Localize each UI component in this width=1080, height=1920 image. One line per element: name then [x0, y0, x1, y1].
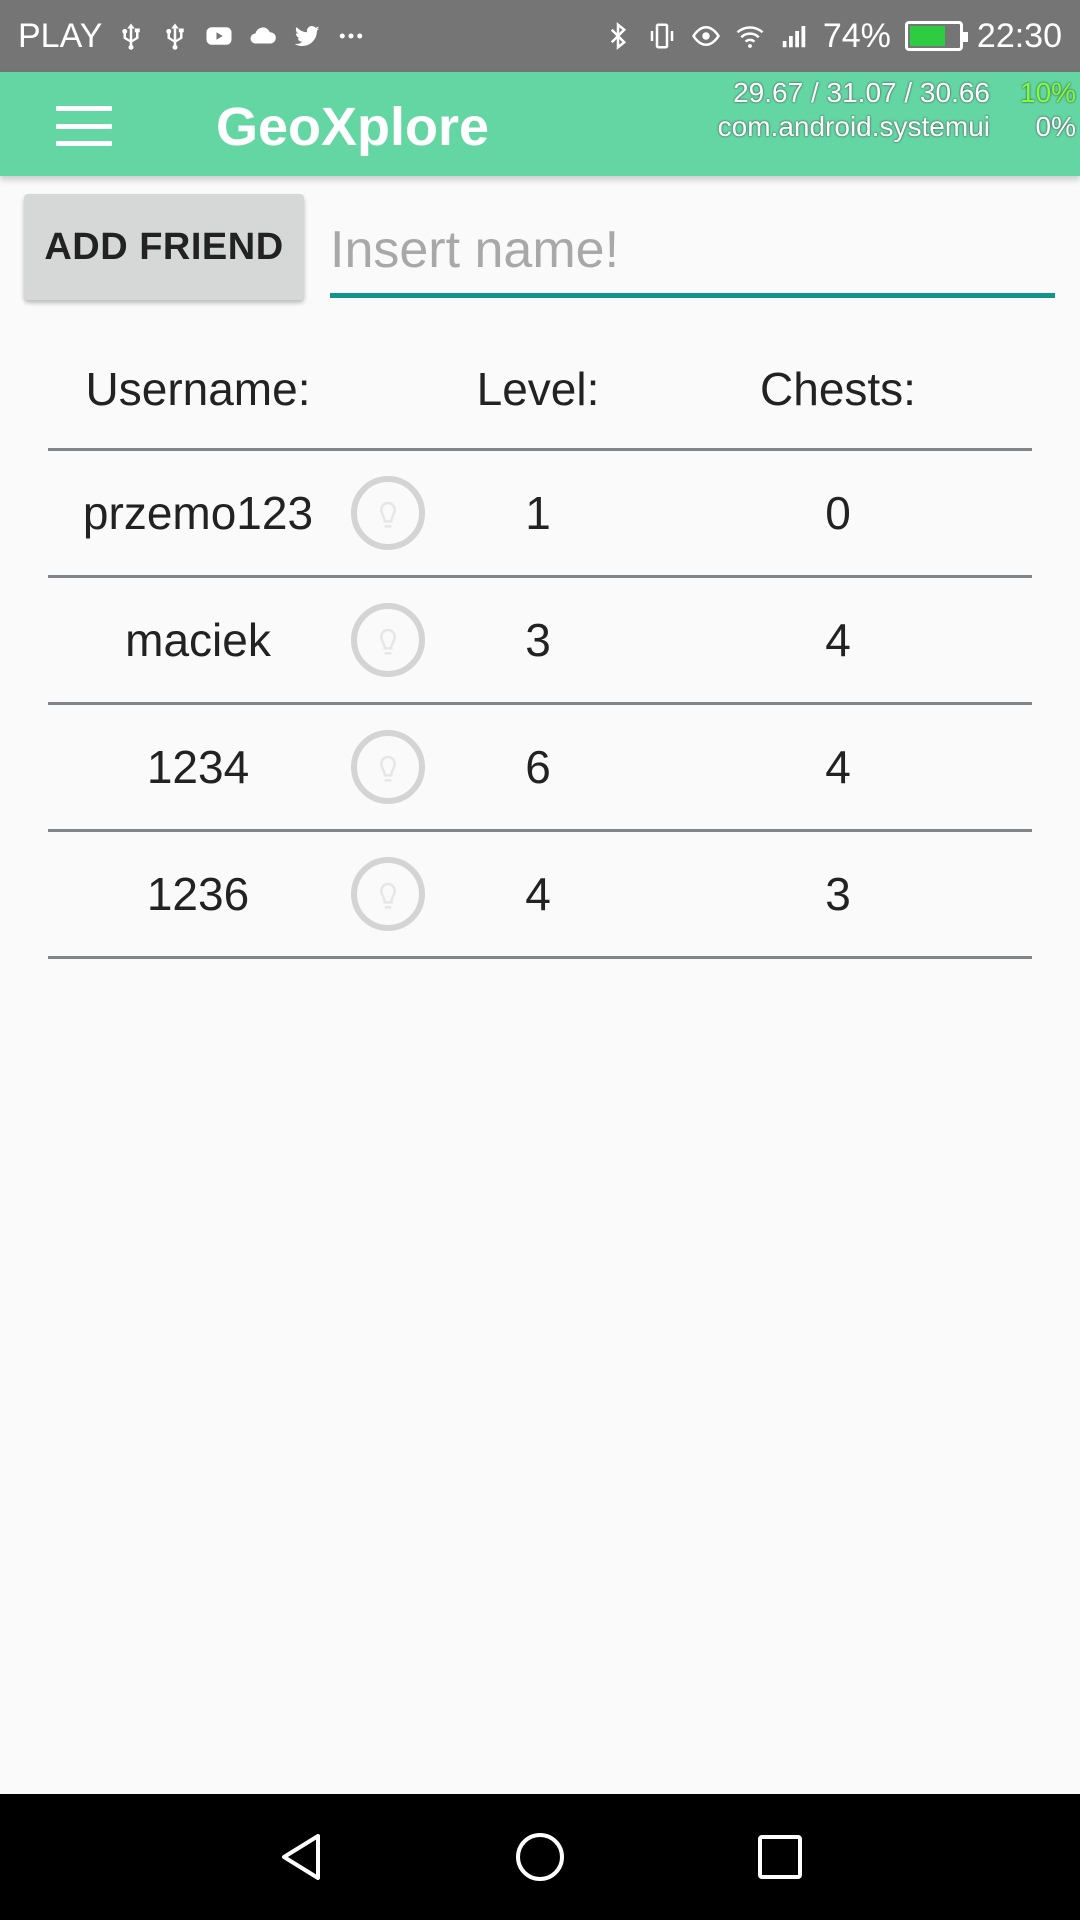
level-header: Level:	[476, 363, 600, 415]
eye-icon	[691, 21, 721, 51]
battery-percent: 74%	[822, 16, 891, 55]
table-divider	[48, 956, 1032, 959]
clock: 22:30	[976, 16, 1062, 55]
user-avatar-icon	[351, 476, 425, 550]
user-avatar-icon	[351, 603, 425, 677]
wifi-icon	[735, 21, 765, 51]
carrier-label: PLAY	[18, 16, 103, 55]
top-process-name: com.android.systemui	[717, 111, 990, 142]
chests-cell: 4	[825, 741, 851, 793]
table-header: Username: Level: Chests:	[48, 330, 1032, 448]
status-bar-left: PLAY	[18, 17, 366, 56]
level-cell: 4	[525, 868, 551, 920]
app-bar: GeoXplore 29.67 / 31.07 / 30.66 10% com.…	[0, 72, 1080, 176]
hamburger-menu-icon[interactable]	[56, 106, 112, 146]
table-row[interactable]: przemo123 1 0	[48, 451, 1032, 575]
username-header: Username:	[85, 363, 311, 415]
friend-name-input[interactable]	[330, 206, 1055, 298]
usb-icon	[116, 21, 146, 51]
top-process-percent: 0%	[1035, 111, 1076, 142]
username-cell: przemo123	[82, 487, 314, 539]
cpu-overlay: 29.67 / 31.07 / 30.66 10% com.android.sy…	[718, 76, 1076, 144]
avatar-cell	[348, 832, 428, 956]
battery-icon	[904, 21, 968, 51]
home-icon[interactable]	[513, 1830, 567, 1884]
chests-cell: 4	[825, 614, 851, 666]
cpu-load-average: 29.67 / 31.07 / 30.66	[733, 77, 990, 108]
vibrate-icon	[647, 21, 677, 51]
youtube-icon	[204, 21, 234, 51]
twitter-icon	[292, 21, 322, 51]
level-cell: 6	[525, 741, 551, 793]
cpu-percent: 10%	[1020, 77, 1077, 108]
usb-icon	[160, 21, 190, 51]
username-cell: maciek	[125, 614, 271, 666]
signal-icon	[779, 21, 809, 51]
avatar-cell	[348, 578, 428, 702]
add-friend-button[interactable]: ADD FRIEND	[24, 194, 304, 300]
chests-cell: 3	[825, 868, 851, 920]
bluetooth-icon	[603, 21, 633, 51]
recent-apps-icon[interactable]	[753, 1830, 807, 1884]
level-cell: 3	[525, 614, 551, 666]
app-title: GeoXplore	[216, 97, 490, 157]
back-icon[interactable]	[274, 1830, 328, 1884]
status-bar-right: 74% 22:30	[603, 17, 1062, 56]
username-cell: 1234	[146, 741, 250, 793]
user-avatar-icon	[351, 857, 425, 931]
level-cell: 1	[525, 487, 551, 539]
table-row[interactable]: maciek 3 4	[48, 578, 1032, 702]
friends-table: Username: Level: Chests: przemo123 1 0 m…	[48, 330, 1032, 959]
chests-cell: 0	[825, 487, 851, 539]
chests-header: Chests:	[760, 363, 916, 415]
status-bar: PLAY 74% 22:30	[0, 0, 1080, 72]
avatar-cell	[348, 451, 428, 575]
username-cell: 1236	[146, 868, 250, 920]
user-avatar-icon	[351, 730, 425, 804]
more-icon	[336, 21, 366, 51]
avatar-cell	[348, 705, 428, 829]
cloud-icon	[248, 21, 278, 51]
table-row[interactable]: 1236 4 3	[48, 832, 1032, 956]
table-row[interactable]: 1234 6 4	[48, 705, 1032, 829]
navigation-bar	[0, 1794, 1080, 1920]
battery-fill	[909, 26, 946, 46]
